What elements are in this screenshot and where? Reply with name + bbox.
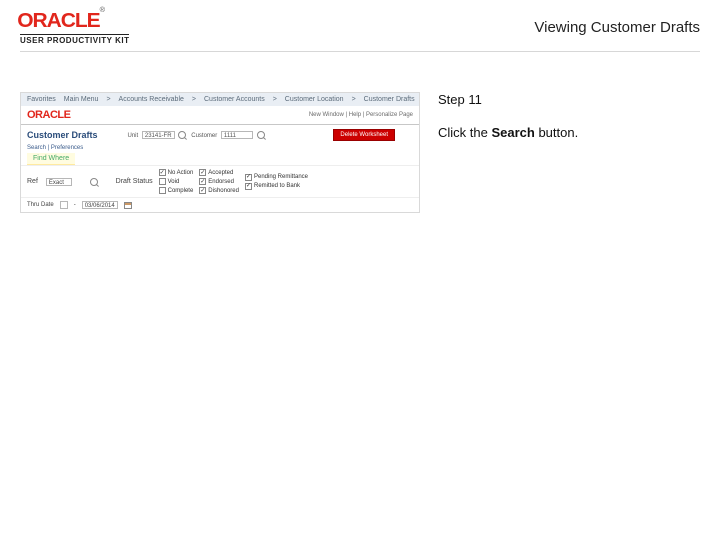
thru-date-label: Thru Date xyxy=(27,202,54,208)
chk-void[interactable]: Void xyxy=(159,178,194,185)
upk-label: USER PRODUCTIVITY KIT xyxy=(20,34,129,45)
filter-col-2: ✓Accepted ✓Endorsed ✓Dishonored xyxy=(199,169,239,194)
customer-drafts-heading: Customer Drafts xyxy=(27,130,98,140)
calendar-icon[interactable] xyxy=(124,202,132,209)
filter-row: Ref Exact Draft Status ✓No Action Void C… xyxy=(21,165,419,198)
ref-input[interactable]: Exact xyxy=(46,178,72,186)
thru-date-row: Thru Date - 03/06/2014 xyxy=(21,198,419,212)
registered-mark: ® xyxy=(100,7,104,14)
chk-label: Remitted to Bank xyxy=(254,183,300,189)
delete-worksheet-button[interactable]: Delete Worksheet xyxy=(333,129,395,141)
oracle-upk-logo: ORACLE® USER PRODUCTIVITY KIT xyxy=(20,10,129,45)
filter-col-3: ✓Pending Remittance ✓Remitted to Bank xyxy=(245,174,308,190)
nav-favorites[interactable]: Favorites xyxy=(27,96,56,103)
unit-label: Unit xyxy=(128,133,139,139)
content-area: Favorites Main Menu > Accounts Receivabl… xyxy=(0,52,720,213)
nav-ar[interactable]: Accounts Receivable xyxy=(119,96,184,103)
find-where-tab[interactable]: Find Where xyxy=(27,153,75,165)
oracle-wordmark: ORACLE® xyxy=(17,10,132,33)
nav-cust-accts[interactable]: Customer Accounts xyxy=(204,96,265,103)
ref-label: Ref xyxy=(27,178,38,185)
nav-main-menu[interactable]: Main Menu xyxy=(64,96,99,103)
chk-pending-remittance[interactable]: ✓Pending Remittance xyxy=(245,174,308,181)
app-breadcrumb-bar: Favorites Main Menu > Accounts Receivabl… xyxy=(21,93,419,106)
chk-label: Accepted xyxy=(208,170,233,176)
page-title: Viewing Customer Drafts xyxy=(534,19,700,36)
search-icon[interactable] xyxy=(90,178,98,186)
chk-no-action[interactable]: ✓No Action xyxy=(159,169,194,176)
doc-header: ORACLE® USER PRODUCTIVITY KIT Viewing Cu… xyxy=(0,0,720,49)
step-label: Step 11 xyxy=(438,92,700,107)
status-label: Draft Status xyxy=(116,178,153,185)
app-meta-links[interactable]: New Window | Help | Personalize Page xyxy=(309,112,413,118)
nav-cust-loc[interactable]: Customer Location xyxy=(285,96,344,103)
customer-input[interactable]: 1111 xyxy=(221,131,253,139)
chk-dishonored[interactable]: ✓Dishonored xyxy=(199,187,239,194)
chk-label: Pending Remittance xyxy=(254,174,308,180)
instruction-panel: Step 11 Click the Search button. xyxy=(438,92,700,140)
oracle-text: ORACLE xyxy=(17,10,99,32)
thru-date-to-input[interactable]: 03/06/2014 xyxy=(82,201,118,209)
heading-row: Customer Drafts Unit 23141-FR Customer 1… xyxy=(21,125,419,143)
instruction-bold: Search xyxy=(491,125,534,140)
unit-field: Unit 23141-FR Customer 1111 xyxy=(128,131,265,139)
chk-label: No Action xyxy=(168,170,194,176)
chk-remitted-to-bank[interactable]: ✓Remitted to Bank xyxy=(245,183,308,190)
instruction-suffix: button. xyxy=(535,125,578,140)
chk-label: Complete xyxy=(168,188,194,194)
app-logo-row: ORACLE New Window | Help | Personalize P… xyxy=(21,106,419,124)
screenshot-panel: Favorites Main Menu > Accounts Receivabl… xyxy=(20,92,420,213)
chk-label: Endorsed xyxy=(208,179,234,185)
instruction-prefix: Click the xyxy=(438,125,491,140)
chk-accepted[interactable]: ✓Accepted xyxy=(199,169,239,176)
app-frame: Favorites Main Menu > Accounts Receivabl… xyxy=(20,92,420,213)
chk-label: Void xyxy=(168,179,180,185)
instruction-text: Click the Search button. xyxy=(438,125,700,140)
app-oracle-logo: ORACLE xyxy=(27,109,70,121)
lookup-icon[interactable] xyxy=(178,131,186,139)
chk-label: Dishonored xyxy=(208,188,239,194)
nav-cust-drafts[interactable]: Customer Drafts xyxy=(364,96,415,103)
filter-col-1: ✓No Action Void Complete xyxy=(159,169,194,194)
lookup-icon[interactable] xyxy=(257,131,265,139)
thru-date-from-input[interactable] xyxy=(60,201,68,209)
chk-complete[interactable]: Complete xyxy=(159,187,194,194)
unit-input[interactable]: 23141-FR xyxy=(142,131,175,139)
chk-endorsed[interactable]: ✓Endorsed xyxy=(199,178,239,185)
customer-label: Customer xyxy=(191,133,217,139)
search-preferences-links[interactable]: Search | Preferences xyxy=(21,143,419,153)
